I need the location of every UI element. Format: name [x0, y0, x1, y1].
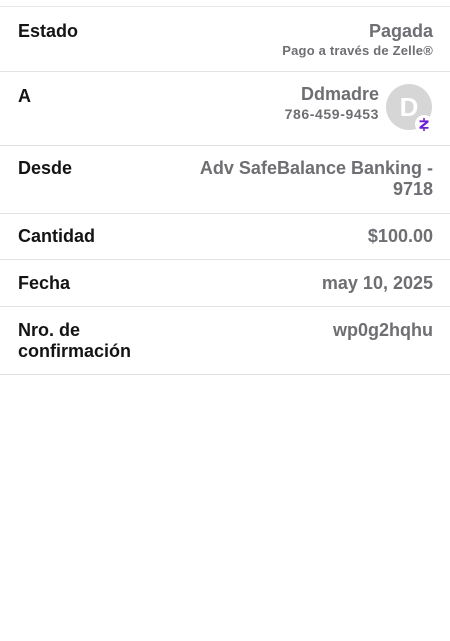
confirmation-value[interactable]: wp0g2hqhu	[333, 320, 433, 341]
date-value: may 10, 2025	[321, 273, 433, 293]
status-value: Pagada	[368, 21, 433, 41]
amount-value: $100.00	[367, 226, 433, 246]
avatar-initial: D	[399, 91, 419, 122]
recipient-name: Ddmadre	[300, 84, 379, 104]
from-label: Desde	[18, 158, 73, 178]
recipient-phone: 786-459-9453	[284, 106, 379, 122]
amount-label: Cantidad	[18, 226, 96, 246]
confirmation-label: Nro. de confirmación	[18, 320, 132, 361]
zelle-logo-icon	[415, 115, 433, 133]
recipient-row[interactable]	[0, 72, 450, 146]
from-value: Adv SafeBalance Banking - 9718	[199, 158, 433, 199]
date-label: Fecha	[18, 273, 71, 293]
recipient-label: A	[18, 86, 31, 106]
status-note: Pago a través de Zelle®	[282, 43, 433, 58]
status-label: Estado	[18, 21, 79, 41]
